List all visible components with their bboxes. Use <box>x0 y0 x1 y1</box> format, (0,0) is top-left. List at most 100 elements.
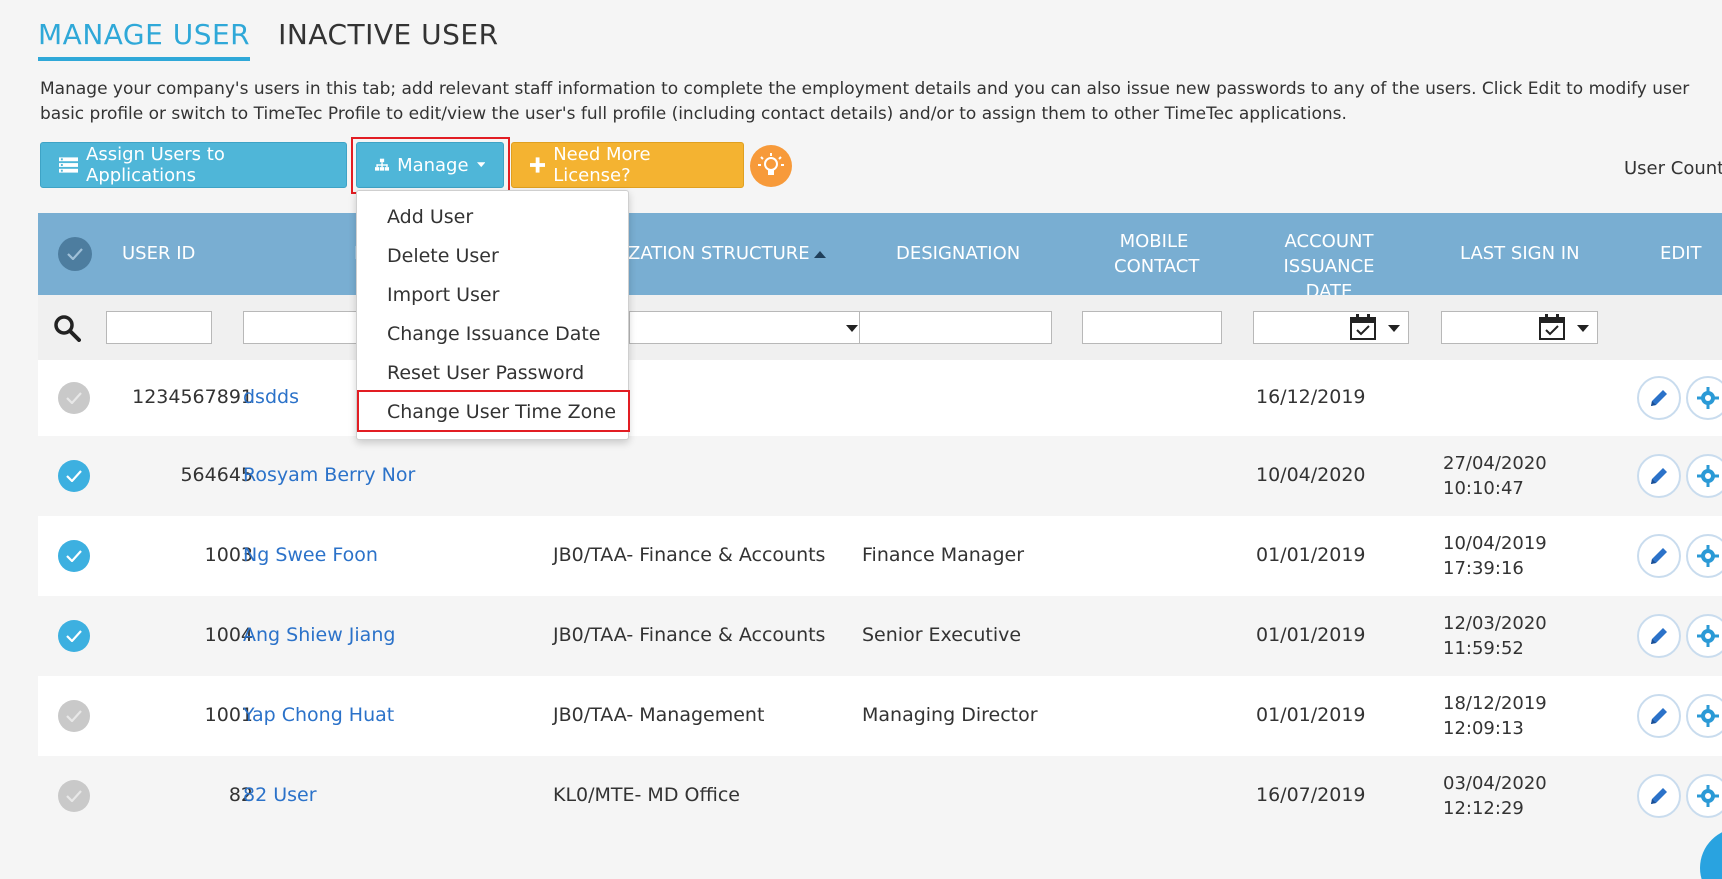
last-sign-in-cell: 27/04/2020 10:10:47 <box>1443 451 1547 501</box>
search-icon <box>54 315 81 342</box>
col-mobile-contact[interactable]: MOBILE CONTACT <box>1114 229 1199 279</box>
calendar-icon[interactable] <box>1350 314 1376 340</box>
last-sign-in-cell: 12/03/2020 11:59:52 <box>1443 611 1547 661</box>
filter-mobile-input[interactable] <box>1082 311 1222 344</box>
filter-last-sign-in-picker[interactable] <box>1441 311 1598 344</box>
last-sign-in-cell: 03/04/2020 12:12:29 <box>1443 771 1547 821</box>
col-account-issuance-date[interactable]: ACCOUNT ISSUANCE DATE <box>1263 229 1395 304</box>
menu-item-change-issuance-date[interactable]: Change Issuance Date <box>387 323 601 345</box>
pencil-icon <box>1651 788 1667 804</box>
edit-button[interactable] <box>1637 454 1681 498</box>
user-name-link[interactable]: Yap Chong Huat <box>243 704 394 726</box>
check-icon <box>66 790 82 802</box>
table-row: 1003 Ng Swee Foon JB0/TAA- Finance & Accou… <box>38 516 1722 596</box>
edit-button[interactable] <box>1637 534 1681 578</box>
issuance-date-cell: 16/12/2019 <box>1256 386 1366 408</box>
row-checkbox[interactable] <box>58 540 90 572</box>
check-icon <box>66 710 82 722</box>
col-designation[interactable]: DESIGNATION <box>896 241 1020 266</box>
manage-button[interactable]: Manage <box>356 142 504 188</box>
edit-button[interactable] <box>1637 376 1681 420</box>
gear-icon <box>1697 465 1719 487</box>
last-sign-in-cell: 18/12/2019 12:09:13 <box>1443 691 1547 741</box>
table-row: 1234567891 dsdds 16/12/2019 <box>38 360 1722 436</box>
organization-cell: JB0/TAA- Management <box>553 704 765 726</box>
row-checkbox[interactable] <box>58 460 90 492</box>
row-checkbox[interactable] <box>58 382 90 414</box>
last-sign-in-date: 27/04/2020 <box>1443 453 1547 474</box>
pencil-icon <box>1651 708 1667 724</box>
row-checkbox[interactable] <box>58 620 90 652</box>
row-checkbox[interactable] <box>58 780 90 812</box>
col-last-sign-in[interactable]: LAST SIGN IN <box>1460 241 1580 266</box>
table-header: USER ID N ZATION STRUCTURE DESIGNATION M… <box>38 213 1722 302</box>
manage-dropdown-menu: Add User Delete User Import User Change … <box>356 190 630 440</box>
settings-button[interactable] <box>1686 376 1722 420</box>
gear-icon <box>1697 625 1719 647</box>
designation-cell: Finance Manager <box>862 544 1025 566</box>
user-name-link[interactable]: Ng Swee Foon <box>243 544 378 566</box>
menu-item-delete-user[interactable]: Delete User <box>387 245 499 267</box>
assign-users-label: Assign Users to Applications <box>86 144 225 186</box>
settings-button[interactable] <box>1686 614 1722 658</box>
tab-inactive-user[interactable]: INACTIVE USER <box>278 18 498 61</box>
plus-icon <box>530 157 546 173</box>
sort-up-icon[interactable] <box>814 250 826 258</box>
gear-icon <box>1697 785 1719 807</box>
col-edit: EDIT <box>1660 243 1702 264</box>
pencil-icon <box>1651 548 1667 564</box>
designation-cell: Managing Director <box>862 704 1038 726</box>
col-mobile-line1: MOBILE <box>1119 231 1189 252</box>
need-more-license-button[interactable]: Need More License? <box>511 142 744 188</box>
edit-button[interactable] <box>1637 614 1681 658</box>
gear-icon <box>1697 705 1719 727</box>
row-checkbox[interactable] <box>58 700 90 732</box>
user-name-link[interactable]: Ang Shiew Jiang <box>243 624 395 646</box>
table-row: 564645 Rosyam Berry Nor 10/04/2020 27/04/20… <box>38 436 1722 516</box>
tips-button[interactable] <box>750 145 792 187</box>
filter-user-id-input[interactable] <box>106 311 212 344</box>
filter-name-input[interactable] <box>243 311 363 344</box>
menu-item-reset-user-password[interactable]: Reset User Password <box>387 362 584 384</box>
caret-down-icon <box>476 162 485 168</box>
table-row: 1004 Ang Shiew Jiang JB0/TAA- Finance & Ac… <box>38 596 1722 676</box>
select-all-checkbox[interactable] <box>58 237 92 271</box>
manage-label: Manage <box>397 154 469 176</box>
description-line-2: basic profile or switch to TimeTec Profi… <box>40 104 1347 124</box>
user-name-link[interactable]: 82 User <box>243 784 317 806</box>
assign-users-button[interactable]: Assign Users to Applications <box>40 142 347 188</box>
user-name-link[interactable]: dsdds <box>243 386 299 408</box>
menu-item-import-user[interactable]: Import User <box>387 284 499 306</box>
filter-row <box>38 295 1722 360</box>
settings-button[interactable] <box>1686 454 1722 498</box>
pencil-icon <box>1651 390 1667 406</box>
lightbulb-icon <box>758 153 784 175</box>
check-icon <box>66 550 82 562</box>
user-name-link[interactable]: Rosyam Berry Nor <box>243 464 415 486</box>
issuance-date-cell: 01/01/2019 <box>1256 624 1366 646</box>
tab-bar: MANAGE USER INACTIVE USER <box>38 18 499 61</box>
col-user-id[interactable]: USER ID <box>122 241 195 266</box>
last-sign-in-time: 10:10:47 <box>1443 478 1524 499</box>
check-icon <box>67 248 83 260</box>
tab-manage-user[interactable]: MANAGE USER <box>38 18 251 61</box>
organization-cell: JB0/TAA- Finance & Accounts <box>553 624 826 646</box>
edit-button[interactable] <box>1637 774 1681 818</box>
user-id-cell: 1234567891 <box>132 386 253 408</box>
filter-designation-input[interactable] <box>859 311 1052 344</box>
col-organization-structure[interactable]: ZATION STRUCTURE <box>628 241 810 266</box>
issuance-date-cell: 16/07/2019 <box>1256 784 1366 806</box>
last-sign-in-time: 12:09:13 <box>1443 718 1524 739</box>
calendar-icon[interactable] <box>1539 314 1565 340</box>
issuance-date-cell: 10/04/2020 <box>1256 464 1366 486</box>
settings-button[interactable] <box>1686 774 1722 818</box>
filter-issuance-date-picker[interactable] <box>1253 311 1409 344</box>
last-sign-in-cell: 10/04/2019 17:39:16 <box>1443 531 1547 581</box>
settings-button[interactable] <box>1686 534 1722 578</box>
menu-item-change-user-time-zone[interactable]: Change User Time Zone <box>387 401 616 423</box>
caret-down-icon <box>1388 325 1400 332</box>
settings-button[interactable] <box>1686 694 1722 738</box>
edit-button[interactable] <box>1637 694 1681 738</box>
menu-item-add-user[interactable]: Add User <box>387 206 473 228</box>
filter-organization-select[interactable] <box>629 311 867 344</box>
